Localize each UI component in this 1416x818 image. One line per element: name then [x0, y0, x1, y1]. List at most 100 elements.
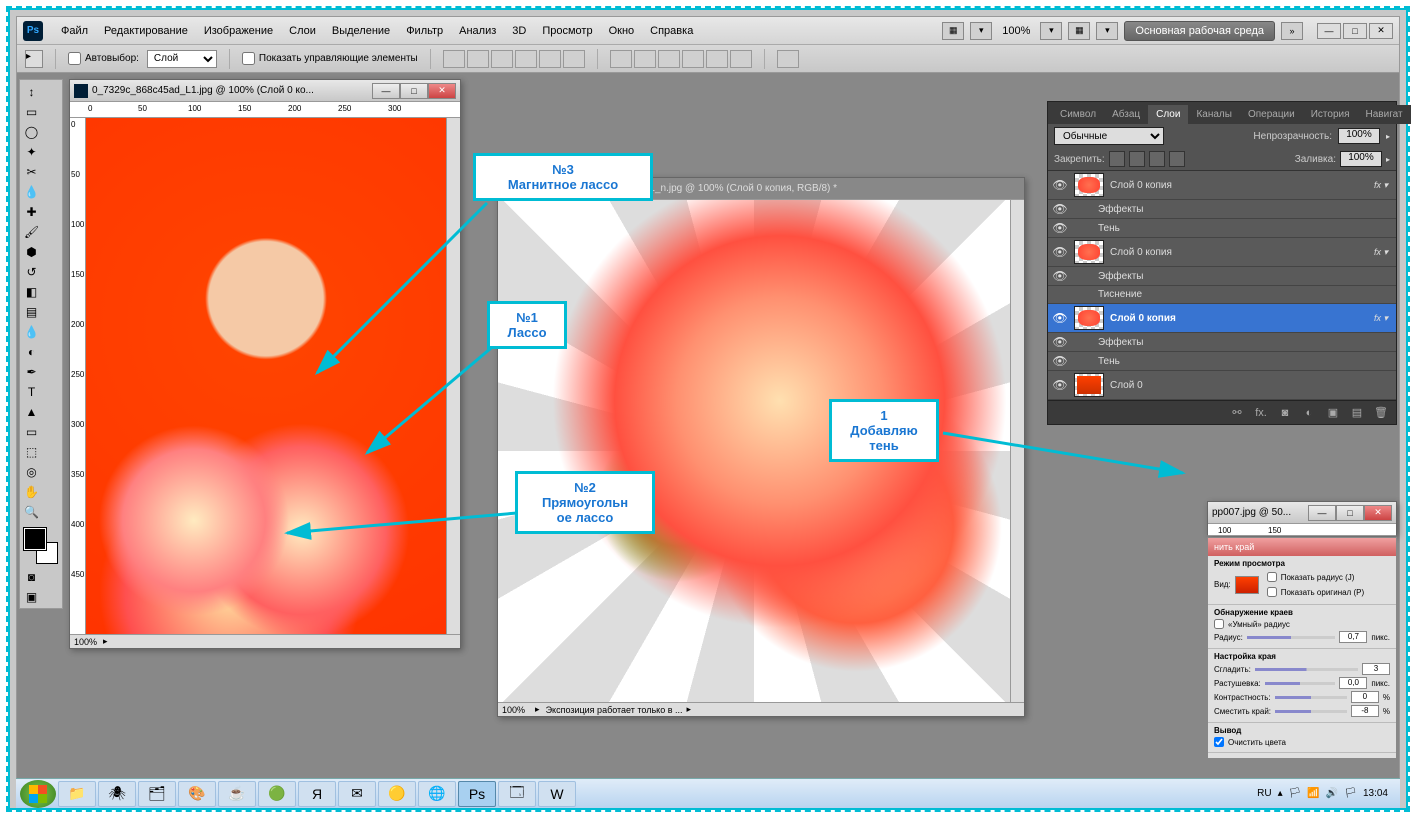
stamp-tool-icon[interactable]: ⬢: [22, 242, 41, 261]
layer-effects-header[interactable]: 👁Эффекты: [1048, 333, 1396, 352]
shape-tool-icon[interactable]: ▭: [22, 422, 41, 441]
menu-filter[interactable]: Фильтр: [398, 21, 451, 41]
layer-style-icon[interactable]: fx.: [1252, 405, 1270, 421]
layer-thumbnail[interactable]: [1074, 240, 1104, 264]
lock-transparency-icon[interactable]: [1109, 151, 1125, 167]
fx-badge[interactable]: fx ▾: [1374, 313, 1388, 324]
move-tool-icon[interactable]: ↕: [22, 82, 41, 101]
foreground-color[interactable]: [24, 528, 46, 550]
tab-character[interactable]: Символ: [1052, 105, 1104, 124]
extras-icon[interactable]: ▾: [1096, 22, 1118, 40]
align-icons[interactable]: [443, 50, 585, 68]
menu-help[interactable]: Справка: [642, 21, 701, 41]
smooth-slider[interactable]: [1255, 668, 1358, 671]
screen-mode-icon[interactable]: ▦: [1068, 22, 1090, 40]
doc-close-button[interactable]: ✕: [428, 83, 456, 99]
show-transform-controls[interactable]: Показать управляющие элементы: [242, 52, 418, 65]
layer-row[interactable]: 👁 Слой 0 копия fx ▾: [1048, 238, 1396, 267]
visibility-icon[interactable]: 👁: [1052, 378, 1068, 392]
new-layer-icon[interactable]: ▤: [1348, 405, 1366, 421]
language-indicator[interactable]: RU: [1257, 788, 1271, 799]
menu-window[interactable]: Окно: [601, 21, 643, 41]
delete-layer-icon[interactable]: 🗑: [1372, 405, 1390, 421]
eyedropper-tool-icon[interactable]: 💧: [22, 182, 41, 201]
adjustment-layer-icon[interactable]: ◐: [1300, 405, 1318, 421]
zoom-level[interactable]: 100%: [998, 25, 1034, 37]
taskbar-app2-icon[interactable]: 🗔: [498, 781, 536, 807]
link-layers-icon[interactable]: ⚯: [1228, 405, 1246, 421]
taskbar-agent-icon[interactable]: 🟡: [378, 781, 416, 807]
panel-menu-icon[interactable]: ≡: [1411, 109, 1416, 124]
taskbar-paint-icon[interactable]: 🎨: [178, 781, 216, 807]
visibility-icon[interactable]: 👁: [1052, 178, 1068, 192]
tab-layers[interactable]: Слои: [1148, 105, 1188, 124]
doc-maximize-button[interactable]: □: [400, 83, 428, 99]
layer-thumbnail[interactable]: [1074, 306, 1104, 330]
feather-slider[interactable]: [1265, 682, 1336, 685]
doc-close-button[interactable]: ✕: [1364, 505, 1392, 521]
opacity-value[interactable]: 100%: [1338, 128, 1380, 144]
tray-action-icon[interactable]: 🏳: [1344, 788, 1357, 799]
3d-camera-icon[interactable]: ◎: [22, 462, 41, 481]
history-brush-icon[interactable]: ↺: [22, 262, 41, 281]
dodge-tool-icon[interactable]: ◐: [22, 342, 41, 361]
show-radius-checkbox[interactable]: Показать радиус (J): [1267, 572, 1364, 582]
menu-image[interactable]: Изображение: [196, 21, 281, 41]
blend-mode-select[interactable]: Обычные: [1054, 127, 1164, 145]
layer-row[interactable]: 👁 Слой 0: [1048, 371, 1396, 400]
doc-minimize-button[interactable]: —: [1308, 505, 1336, 521]
eraser-tool-icon[interactable]: ◧: [22, 282, 41, 301]
smooth-value[interactable]: 3: [1362, 663, 1390, 675]
autoselect-checkbox[interactable]: Автовыбор:: [68, 52, 139, 65]
taskbar-chrome-icon[interactable]: 🌐: [418, 781, 456, 807]
lock-all-icon[interactable]: [1169, 151, 1185, 167]
tab-navigator[interactable]: Навигат: [1358, 105, 1411, 124]
layer-thumbnail[interactable]: [1074, 373, 1104, 397]
hand-tool-icon[interactable]: ✋: [22, 482, 41, 501]
tray-chevron-icon[interactable]: ▴: [1278, 788, 1283, 799]
decontaminate-checkbox[interactable]: Очистить цвета: [1214, 737, 1390, 747]
taskbar-java-icon[interactable]: ☕: [218, 781, 256, 807]
screenmode-icon[interactable]: ▣: [22, 587, 41, 606]
workspace-more-icon[interactable]: »: [1281, 22, 1303, 40]
feather-value[interactable]: 0,0: [1339, 677, 1367, 689]
gradient-tool-icon[interactable]: ▤: [22, 302, 41, 321]
taskbar-photoshop-icon[interactable]: Ps: [458, 781, 496, 807]
visibility-icon[interactable]: 👁: [1052, 311, 1068, 325]
radius-slider[interactable]: [1247, 636, 1336, 639]
fx-badge[interactable]: fx ▾: [1374, 247, 1388, 258]
auto-align-icon[interactable]: [777, 50, 799, 68]
shift-value[interactable]: -8: [1351, 705, 1379, 717]
fx-badge[interactable]: fx ▾: [1374, 180, 1388, 191]
tab-paragraph[interactable]: Абзац: [1104, 105, 1148, 124]
taskbar-app-icon[interactable]: 🕷: [98, 781, 136, 807]
menu-3d[interactable]: 3D: [504, 21, 534, 41]
visibility-icon[interactable]: 👁: [1052, 245, 1068, 259]
show-original-checkbox[interactable]: Показать оригинал (P): [1267, 587, 1364, 597]
taskbar-mail-icon[interactable]: ✉: [338, 781, 376, 807]
menu-select[interactable]: Выделение: [324, 21, 398, 41]
layer-effect-item[interactable]: 👁Тень: [1048, 219, 1396, 238]
marquee-tool-icon[interactable]: ▭: [22, 102, 41, 121]
layer-effects-header[interactable]: 👁Эффекты: [1048, 200, 1396, 219]
shift-slider[interactable]: [1275, 710, 1347, 713]
3d-tool-icon[interactable]: ⬚: [22, 442, 41, 461]
layer-effect-item[interactable]: 👁Тень: [1048, 352, 1396, 371]
brush-tool-icon[interactable]: 🖌: [22, 222, 41, 241]
menu-view[interactable]: Просмотр: [534, 21, 600, 41]
view-thumb[interactable]: [1235, 576, 1259, 594]
layer-row[interactable]: 👁 Слой 0 копия fx ▾: [1048, 304, 1396, 333]
taskbar-yandex-icon[interactable]: Я: [298, 781, 336, 807]
menu-file[interactable]: Файл: [53, 21, 96, 41]
zoom-tool-icon[interactable]: 🔍: [22, 502, 41, 521]
smart-radius-checkbox[interactable]: «Умный» радиус: [1214, 619, 1390, 629]
menu-edit[interactable]: Редактирование: [96, 21, 196, 41]
zoom-dropdown-icon[interactable]: ▾: [1040, 22, 1062, 40]
autoselect-target[interactable]: Слой: [147, 50, 217, 68]
taskbar-word-icon[interactable]: W: [538, 781, 576, 807]
menu-analysis[interactable]: Анализ: [451, 21, 504, 41]
layer-effect-item[interactable]: Тиснение: [1048, 286, 1396, 304]
app-minimize-button[interactable]: —: [1317, 23, 1341, 39]
menu-layers[interactable]: Слои: [281, 21, 324, 41]
healing-tool-icon[interactable]: ✚: [22, 202, 41, 221]
